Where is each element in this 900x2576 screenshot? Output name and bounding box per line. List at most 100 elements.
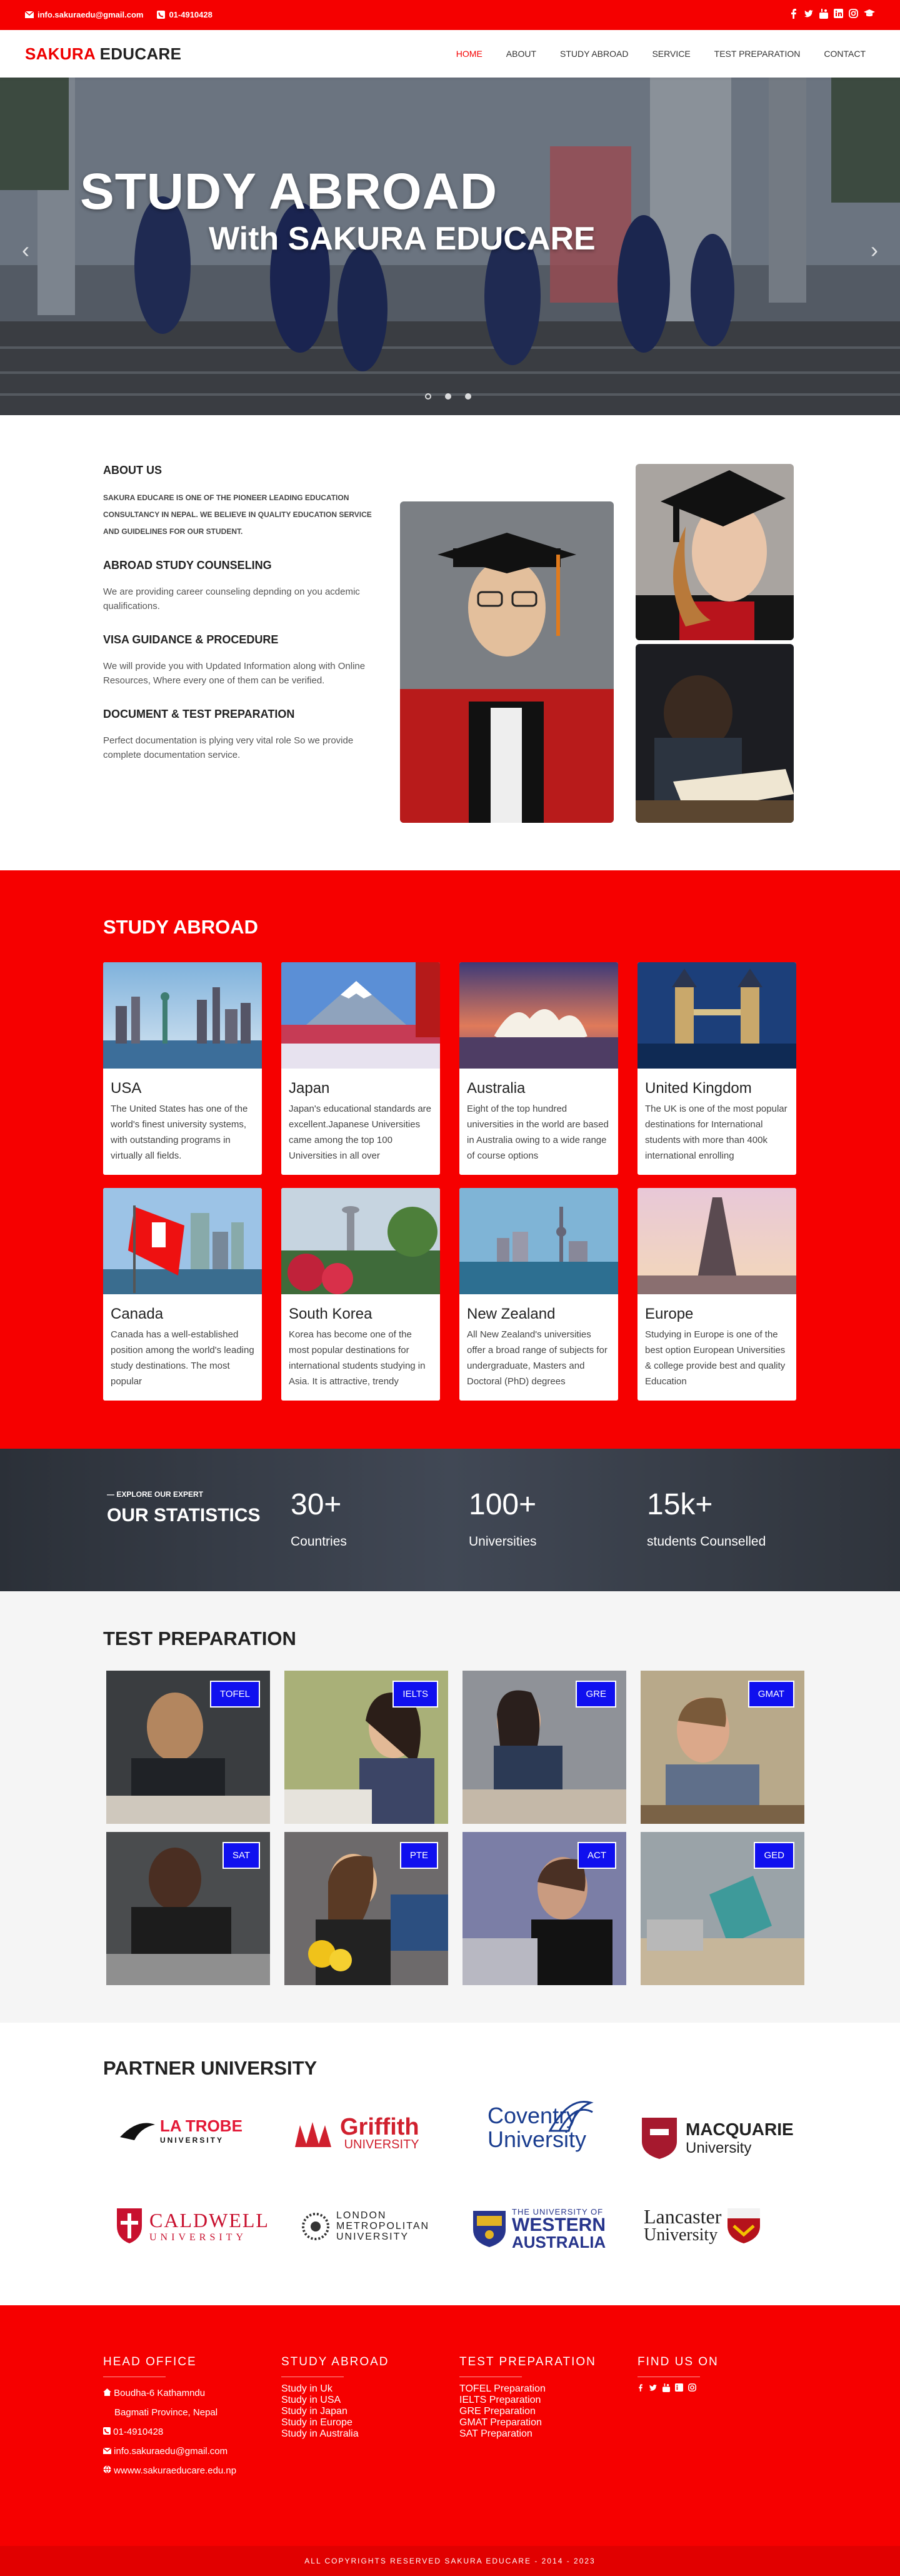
country-card-united-kingdom[interactable]: United Kingdom The UK is one of the most… bbox=[638, 962, 796, 1175]
country-card-europe[interactable]: Europe Studying in Europe is one of the … bbox=[638, 1188, 796, 1401]
hero-prev-arrow[interactable]: ‹ bbox=[22, 237, 29, 263]
nav-about[interactable]: ABOUT bbox=[506, 49, 536, 59]
envelope-icon bbox=[102, 2447, 112, 2454]
footer-link[interactable]: SAT Preparation bbox=[459, 2428, 596, 2440]
country-text: The UK is one of the most popular destin… bbox=[645, 1104, 788, 1161]
footer-email[interactable]: info.sakuraedu@gmail.com bbox=[102, 2442, 236, 2461]
youtube-icon[interactable] bbox=[662, 2383, 670, 2392]
test-tile-ged[interactable]: GED bbox=[641, 1832, 804, 1985]
footer-website[interactable]: wwww.sakuraeducare.edu.np bbox=[103, 2461, 236, 2480]
top-email-link[interactable]: info.sakuraedu@gmail.com bbox=[38, 10, 143, 19]
nav-test-preparation[interactable]: TEST PREPARATION bbox=[714, 49, 801, 59]
copyright-bar: ALL COPYRIGHTS RESERVED SAKURA EDUCARE -… bbox=[0, 2546, 900, 2576]
footer-phone[interactable]: 01-4910428 bbox=[103, 2422, 236, 2442]
nav-study-abroad[interactable]: STUDY ABROAD bbox=[560, 49, 628, 59]
griffith-emblem-icon bbox=[295, 2121, 331, 2147]
partner-subname: University bbox=[644, 2225, 718, 2245]
about-intro: SAKURA EDUCARE IS ONE OF THE PIONEER LEA… bbox=[103, 493, 372, 536]
phone-icon bbox=[157, 11, 166, 19]
test-tile-act[interactable]: ACT bbox=[462, 1832, 626, 1985]
nav-home[interactable]: HOME bbox=[456, 49, 482, 59]
country-text: All New Zealand's universities offer a b… bbox=[467, 1329, 608, 1387]
partner-logo-macquarie[interactable]: MACQUARIE University bbox=[641, 2116, 794, 2160]
test-tile-gmat[interactable]: GMAT bbox=[641, 1671, 804, 1824]
country-card-new-zealand[interactable]: New Zealand All New Zealand's universiti… bbox=[459, 1188, 618, 1401]
nav-contact[interactable]: CONTACT bbox=[824, 49, 866, 59]
footer-social bbox=[638, 2383, 719, 2392]
footer-link[interactable]: GRE Preparation bbox=[459, 2406, 596, 2417]
linkedin-icon[interactable] bbox=[834, 9, 843, 18]
country-text: Studying in Europe is one of the best op… bbox=[645, 1329, 786, 1387]
facebook-icon[interactable] bbox=[789, 9, 798, 19]
hero-dot[interactable] bbox=[465, 393, 471, 400]
test-tile-ielts[interactable]: IELTS bbox=[284, 1671, 448, 1824]
caldwell-shield-icon bbox=[117, 2208, 142, 2243]
about-heading: ABOUT US bbox=[103, 464, 162, 476]
footer-link[interactable]: Study in Australia bbox=[281, 2428, 389, 2440]
partner-logo-caldwell[interactable]: CALDWELL UNIVERSITY bbox=[116, 2207, 269, 2245]
globe-icon bbox=[103, 2465, 111, 2474]
about-section-title: VISA GUIDANCE & PROCEDURE bbox=[103, 633, 279, 646]
youtube-icon[interactable] bbox=[819, 9, 828, 19]
about-section: ABOUT US SAKURA EDUCARE IS ONE OF THE PI… bbox=[0, 415, 900, 870]
footer-address: Boudha-6 Kathamndu bbox=[103, 2383, 236, 2403]
hero-dot[interactable] bbox=[425, 393, 431, 400]
country-text: The United States has one of the world's… bbox=[111, 1104, 248, 1161]
footer-test-preparation: TEST PREPARATION TOFEL Preparation IELTS… bbox=[459, 2355, 596, 2440]
partner-logo-la-trobe[interactable]: LA TROBE UNIVERSITY bbox=[119, 2116, 242, 2145]
coventry-phoenix-icon bbox=[548, 2101, 594, 2132]
partner-name: LA TROBE bbox=[160, 2116, 242, 2135]
twitter-icon[interactable] bbox=[649, 2383, 658, 2392]
partner-logo-london-metropolitan[interactable]: LONDON METROPOLITAN UNIVERSITY bbox=[300, 2210, 429, 2242]
hero-dots bbox=[425, 393, 471, 400]
twitter-icon[interactable] bbox=[804, 9, 814, 19]
country-card-canada[interactable]: Canada Canada has a well-established pos… bbox=[103, 1188, 262, 1401]
logo-dark: EDUCARE bbox=[99, 44, 182, 63]
test-tile-gre[interactable]: GRE bbox=[462, 1671, 626, 1824]
footer-link[interactable]: IELTS Preparation bbox=[459, 2395, 596, 2406]
footer-link[interactable]: TOFEL Preparation bbox=[459, 2383, 596, 2395]
nav-service[interactable]: SERVICE bbox=[652, 49, 690, 59]
facebook-icon[interactable] bbox=[638, 2383, 644, 2392]
partner-name: LONDON bbox=[336, 2210, 387, 2221]
hero-next-arrow[interactable]: › bbox=[871, 237, 878, 263]
country-card-south-korea[interactable]: South Korea Korea has become one of the … bbox=[281, 1188, 440, 1401]
home-icon bbox=[103, 2388, 111, 2396]
country-card-australia[interactable]: Australia Eight of the top hundred unive… bbox=[459, 962, 618, 1175]
partner-name: MACQUARIE bbox=[686, 2120, 794, 2139]
footer-link[interactable]: Study in Uk bbox=[281, 2383, 389, 2395]
country-card-japan[interactable]: Japan Japan's educational standards are … bbox=[281, 962, 440, 1175]
footer-link[interactable]: Study in USA bbox=[281, 2395, 389, 2406]
la-trobe-emblem-icon bbox=[120, 2123, 155, 2140]
country-text: Canada has a well-established position a… bbox=[111, 1329, 254, 1387]
partner-logo-griffith[interactable]: Griffith UNIVERSITY bbox=[294, 2115, 419, 2152]
site-logo[interactable]: SAKURA EDUCARE bbox=[25, 44, 181, 64]
about-photo-graduate bbox=[400, 501, 614, 823]
partner-logo-lancaster[interactable]: Lancaster University bbox=[644, 2206, 761, 2245]
instagram-icon[interactable] bbox=[849, 9, 858, 18]
instagram-icon[interactable] bbox=[688, 2383, 696, 2392]
envelope-icon bbox=[25, 11, 34, 18]
footer-link[interactable]: GMAT Preparation bbox=[459, 2417, 596, 2428]
partner-logo-western-australia[interactable]: THE UNIVERSITY OF WESTERN AUSTRALIA bbox=[472, 2207, 606, 2250]
top-phone[interactable]: 01-4910428 bbox=[157, 10, 212, 19]
footer-link[interactable]: Study in Europe bbox=[281, 2417, 389, 2428]
about-text: ABOUT US SAKURA EDUCARE IS ONE OF THE PI… bbox=[103, 464, 384, 782]
test-tile-sat[interactable]: SAT bbox=[106, 1832, 270, 1985]
test-tile-pte[interactable]: PTE bbox=[284, 1832, 448, 1985]
partner-logo-coventry[interactable]: Coventry University bbox=[488, 2101, 594, 2151]
country-name: USA bbox=[111, 1080, 142, 1097]
partner-subname: UNIVERSITY bbox=[160, 2136, 224, 2145]
top-email[interactable]: info.sakuraedu@gmail.com bbox=[25, 10, 143, 19]
about-section-text: Perfect documentation is plying very vit… bbox=[103, 735, 354, 760]
country-card-usa[interactable]: USA The United States has one of the wor… bbox=[103, 962, 262, 1175]
hero-dot[interactable] bbox=[445, 393, 451, 400]
linkedin-icon[interactable] bbox=[675, 2383, 683, 2392]
footer-link[interactable]: Study in Japan bbox=[281, 2406, 389, 2417]
graduation-cap-icon[interactable] bbox=[864, 9, 875, 18]
top-phone-link[interactable]: 01-4910428 bbox=[169, 10, 212, 19]
phone-icon bbox=[103, 2427, 111, 2435]
study-heading: STUDY ABROAD bbox=[103, 916, 259, 938]
test-tile-tofel[interactable]: TOFEL bbox=[106, 1671, 270, 1824]
partner-subname: University bbox=[686, 2140, 752, 2156]
